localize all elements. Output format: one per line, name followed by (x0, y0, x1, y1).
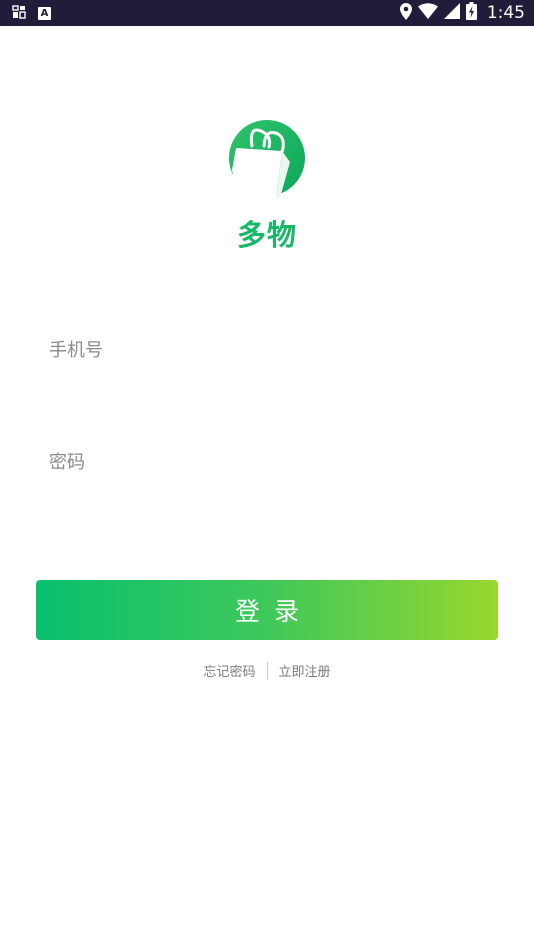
wifi-icon (417, 3, 438, 23)
forgot-password-link[interactable]: 忘记密码 (203, 661, 255, 680)
location-icon (399, 2, 412, 24)
status-bar-right: 1:45 (399, 2, 525, 24)
auth-links: 忘记密码 立即注册 (0, 661, 534, 680)
login-button[interactable]: 登录 (36, 580, 498, 640)
phone-field[interactable] (49, 330, 489, 370)
register-link[interactable]: 立即注册 (279, 661, 331, 680)
status-time: 1:45 (486, 3, 525, 23)
login-screen: A 1:45 多物 手机号 登录 忘记密码 立即注册 (0, 0, 534, 950)
shopping-bag-icon (228, 118, 308, 198)
battery-charging-icon (465, 2, 477, 24)
status-bar-left: A (12, 4, 51, 23)
app-name: 多物 (236, 218, 297, 252)
password-field[interactable] (49, 442, 489, 482)
link-divider (266, 661, 268, 680)
signal-icon (443, 3, 460, 23)
status-bar: A 1:45 (0, 0, 534, 26)
gallery-icon (12, 4, 26, 23)
a-icon: A (38, 6, 51, 20)
